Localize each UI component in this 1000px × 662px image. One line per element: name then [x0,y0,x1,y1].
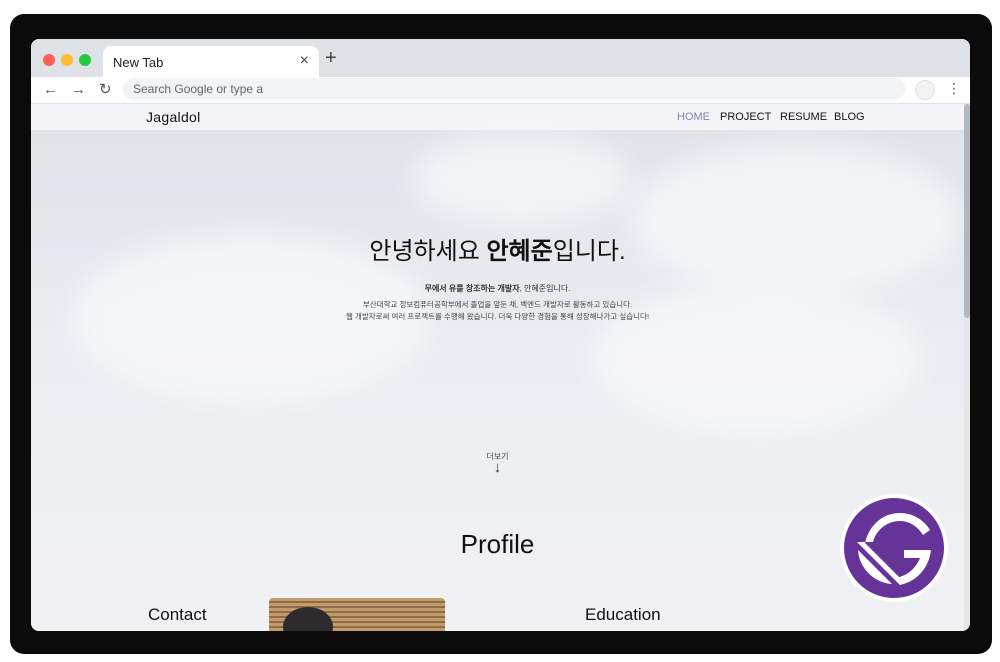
address-bar[interactable] [123,78,905,100]
hero-title-suffix: 입니다. [552,238,626,265]
close-window-button[interactable] [43,54,55,66]
hero-tagline-rest: , 안혜준입니다. [519,284,571,293]
page-viewport: Jagaldol HOME PROJECT RESUME BLOG 안녕하세요 … [31,104,964,631]
site-logo[interactable]: Jagaldol [146,109,201,125]
scrollbar-thumb[interactable] [964,104,970,318]
tab-strip: New Tab × + [31,39,970,77]
browser-window: New Tab × + ← → ↻ ⋮ Jagaldol HOME PROJEC… [31,39,970,631]
page-scrollbar[interactable] [964,104,970,631]
maximize-window-button[interactable] [79,54,91,66]
down-arrow-icon[interactable]: ↓ [31,459,964,476]
hero-tagline: 무에서 유를 창조하는 개발자, 안혜준입니다. [31,283,964,294]
tab-close-icon[interactable]: × [300,52,309,70]
profile-heading: Profile [460,529,535,559]
profile-avatar-icon[interactable] [915,80,935,100]
browser-toolbar: ← → ↻ ⋮ [31,77,970,104]
reload-icon[interactable]: ↻ [99,81,112,99]
education-heading: Education [585,605,661,624]
site-navbar: Jagaldol HOME PROJECT RESUME BLOG [31,104,964,130]
back-arrow-icon[interactable]: ← [43,81,58,99]
browser-tab[interactable]: New Tab × [103,46,319,77]
cloud-decoration [411,134,631,224]
forward-arrow-icon[interactable]: → [71,81,86,99]
nav-home[interactable]: HOME [677,111,710,123]
cloud-decoration [631,144,961,294]
nav-project[interactable]: PROJECT [720,111,771,123]
hero-description-line: 부산대학교 정보컴퓨터공학부에서 졸업을 앞둔 채, 백엔드 개발자로 활동하고… [362,300,633,309]
hero-description-line: 웹 개발자로써 여러 프로젝트를 수행해 왔습니다. 더욱 다양한 경험을 통해… [345,312,650,321]
tab-title: New Tab [113,55,164,70]
hero-title-name: 안혜준 [486,238,553,265]
contact-heading: Contact [148,605,207,624]
hero-title: 안녕하세요 안혜준입니다. [31,231,964,266]
hero-title-prefix: 안녕하세요 [369,238,487,265]
nav-blog[interactable]: BLOG [834,111,865,123]
address-input[interactable] [133,81,893,97]
nav-resume[interactable]: RESUME [780,111,827,123]
gatsby-logo-icon [840,494,948,602]
new-tab-icon[interactable]: + [325,47,337,70]
minimize-window-button[interactable] [61,54,73,66]
hero-tagline-bold: 무에서 유를 창조하는 개발자 [424,284,520,293]
browser-menu-icon[interactable]: ⋮ [947,80,961,97]
